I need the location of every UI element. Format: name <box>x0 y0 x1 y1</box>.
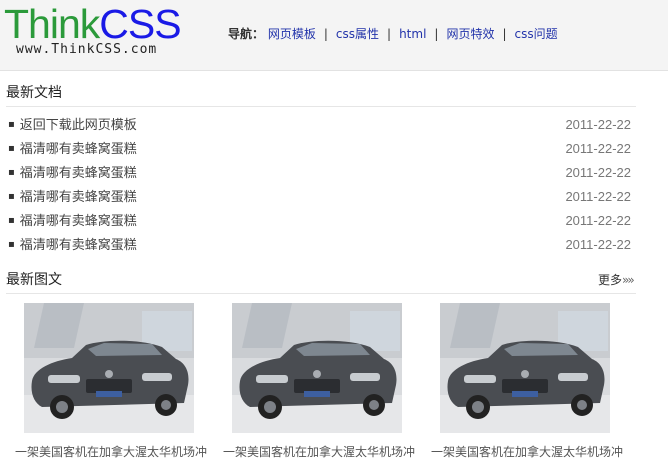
bullet-icon: ▪ <box>8 119 15 130</box>
car-photo[interactable] <box>440 303 610 433</box>
bullet-icon: ▪ <box>8 191 15 202</box>
nav-separator: | <box>502 27 507 41</box>
photo-caption[interactable]: 一架美国客机在加拿大渥太华机场冲 <box>214 443 424 460</box>
nav-item-effects[interactable]: 网页特效 <box>446 27 494 41</box>
logo-css: CSS <box>99 1 181 47</box>
latest-docs-title: 最新文档 <box>6 85 62 101</box>
section-divider <box>6 293 636 294</box>
nav-label: 导航： <box>228 27 265 41</box>
site-header: ThinkCSS www.ThinkCSS.com 导航： 网页模板 | css属性… <box>0 0 668 71</box>
list-item[interactable]: ▪ 福清哪有卖蜂窝蛋糕 2011-22-22 <box>8 165 631 189</box>
doc-title[interactable]: 福清哪有卖蜂窝蛋糕 <box>20 214 137 229</box>
car-photo[interactable] <box>24 303 194 433</box>
logo-think: Think <box>4 1 100 47</box>
photo-caption[interactable]: 一架美国客机在加拿大渥太华机场冲 <box>422 443 632 460</box>
more-label: 更多 <box>598 273 623 287</box>
photo-caption[interactable]: 一架美国客机在加拿大渥太华机场冲 <box>6 443 216 460</box>
bullet-icon: ▪ <box>8 239 15 250</box>
doc-title[interactable]: 福清哪有卖蜂窝蛋糕 <box>20 142 137 157</box>
main-nav: 导航： 网页模板 | css属性 | html | 网页特效 | css问题 <box>228 25 558 42</box>
site-logo[interactable]: ThinkCSS www.ThinkCSS.com <box>4 1 182 57</box>
nav-item-templates[interactable]: 网页模板 <box>268 27 316 41</box>
nav-separator: | <box>323 27 328 41</box>
list-item[interactable]: ▪ 福清哪有卖蜂窝蛋糕 2011-22-22 <box>8 237 631 261</box>
logo-wordmark: ThinkCSS <box>4 1 182 47</box>
doc-title[interactable]: 返回下载此网页模板 <box>20 118 137 133</box>
list-item[interactable]: ▪ 福清哪有卖蜂窝蛋糕 2011-22-22 <box>8 189 631 213</box>
nav-item-html[interactable]: html <box>399 27 426 41</box>
list-item[interactable]: ▪ 福清哪有卖蜂窝蛋糕 2011-22-22 <box>8 213 631 237</box>
nav-item-css-properties[interactable]: css属性 <box>336 27 379 41</box>
nav-item-css-questions[interactable]: css问题 <box>515 27 558 41</box>
doc-date: 2011-22-22 <box>565 189 631 204</box>
doc-title[interactable]: 福清哪有卖蜂窝蛋糕 <box>20 238 137 253</box>
logo-url: www.ThinkCSS.com <box>16 42 158 57</box>
photo-card[interactable]: 一架美国客机在加拿大渥太华机场冲 <box>214 303 424 460</box>
list-item[interactable]: ▪ 返回下载此网页模板 2011-22-22 <box>8 117 631 141</box>
bullet-icon: ▪ <box>8 167 15 178</box>
doc-date: 2011-22-22 <box>565 165 631 180</box>
photo-card[interactable]: 一架美国客机在加拿大渥太华机场冲 <box>6 303 216 460</box>
doc-date: 2011-22-22 <box>565 213 631 228</box>
photo-card[interactable]: 一架美国客机在加拿大渥太华机场冲 <box>422 303 632 460</box>
section-divider <box>6 106 636 107</box>
double-chevron-right-icon: »» <box>622 273 635 287</box>
doc-title[interactable]: 福清哪有卖蜂窝蛋糕 <box>20 190 137 205</box>
latest-photos-title: 最新图文 <box>6 272 62 288</box>
bullet-icon: ▪ <box>8 143 15 154</box>
latest-docs-list: ▪ 返回下载此网页模板 2011-22-22 ▪ 福清哪有卖蜂窝蛋糕 2011-22-2… <box>8 117 631 261</box>
list-item[interactable]: ▪ 福清哪有卖蜂窝蛋糕 2011-22-22 <box>8 141 631 165</box>
bullet-icon: ▪ <box>8 215 15 226</box>
nav-separator: | <box>387 27 392 41</box>
more-link[interactable]: 更多»» <box>598 271 635 288</box>
doc-date: 2011-22-22 <box>565 141 631 156</box>
doc-date: 2011-22-22 <box>565 237 631 252</box>
car-photo[interactable] <box>232 303 402 433</box>
nav-separator: | <box>434 27 439 41</box>
doc-title[interactable]: 福清哪有卖蜂窝蛋糕 <box>20 166 137 181</box>
doc-date: 2011-22-22 <box>565 117 631 132</box>
